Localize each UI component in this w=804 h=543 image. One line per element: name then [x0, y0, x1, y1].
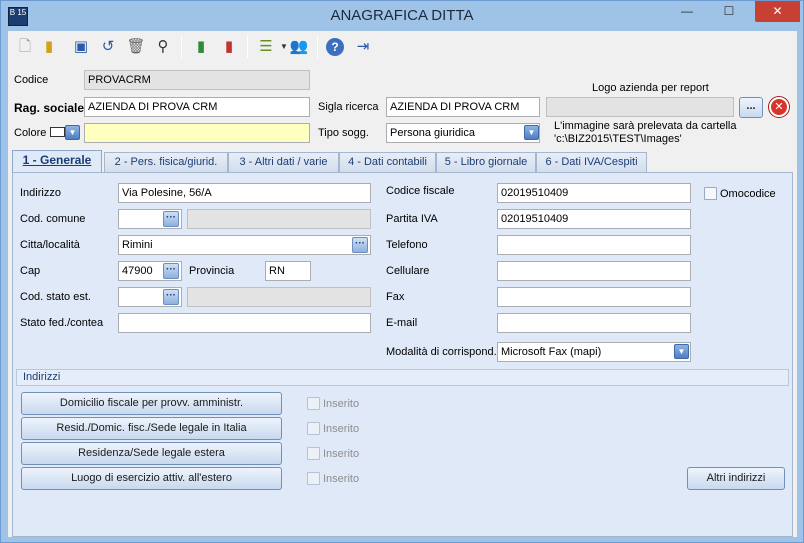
- residenza-italia-button[interactable]: Resid./Domic. fisc./Sede legale in Itali…: [21, 417, 282, 440]
- chevron-down-icon[interactable]: ▼: [65, 125, 80, 140]
- domicilio-inserito-checkbox: [307, 397, 320, 410]
- residenza-italia-inserito-checkbox: [307, 422, 320, 435]
- indirizzo-field[interactable]: Via Polesine, 56/A: [118, 183, 371, 203]
- cod-stato-desc-field: [187, 287, 371, 307]
- luogo-esercizio-button[interactable]: Luogo di esercizio attiv. all'estero: [21, 467, 282, 490]
- delete-trash-icon[interactable]: 🗑: [126, 37, 146, 57]
- tab-dati-iva[interactable]: 6 - Dati IVA/Cespiti: [536, 152, 647, 172]
- binoculars-search-icon[interactable]: ⚲: [153, 37, 173, 57]
- codice-field[interactable]: PROVACRM: [84, 70, 310, 90]
- stato-fed-label: Stato fed./contea: [20, 317, 104, 329]
- copy-green-book-icon[interactable]: ▮: [191, 37, 211, 57]
- omocodice-checkbox[interactable]: [704, 187, 717, 200]
- cellulare-field[interactable]: [497, 261, 691, 281]
- codice-fiscale-label: Codice fiscale: [386, 185, 455, 197]
- tab-pers-fisica[interactable]: 2 - Pers. fisica/giurid.: [104, 152, 228, 172]
- save-icon[interactable]: ▣: [71, 37, 91, 57]
- colore-field[interactable]: [84, 123, 310, 143]
- codice-label: Codice: [14, 74, 49, 86]
- provincia-field[interactable]: RN: [265, 261, 311, 281]
- toolbar: 🗋 ▮ ▣ ↺ 🗑 ⚲ ▮ ▮ ☰ ▼ 👥 ? ⇥: [8, 31, 797, 64]
- new-document-icon[interactable]: 🗋: [15, 37, 35, 57]
- minimize-button[interactable]: —: [667, 1, 707, 22]
- cap-label: Cap: [20, 265, 41, 277]
- residenza-estera-button[interactable]: Residenza/Sede legale estera: [21, 442, 282, 465]
- color-swatch[interactable]: [50, 127, 65, 137]
- telefono-label: Telefono: [386, 239, 428, 251]
- colore-label: Colore: [14, 127, 47, 139]
- application-window: B 15 ANAGRAFICA DITTA — ☐ ✕ 🗋 ▮ ▣ ↺ 🗑 ⚲ …: [0, 0, 804, 543]
- window-body: 🗋 ▮ ▣ ↺ 🗑 ⚲ ▮ ▮ ☰ ▼ 👥 ? ⇥ Codice PROVACR…: [8, 31, 797, 537]
- open-folder-icon[interactable]: ▮: [39, 37, 59, 57]
- logo-note-line2: 'c:\BIZ2015\TEST\Images': [554, 133, 682, 145]
- modalita-label: Modalità di corrispond.: [386, 346, 497, 358]
- indirizzo-label: Indirizzo: [20, 187, 61, 199]
- title-bar[interactable]: B 15 ANAGRAFICA DITTA — ☐ ✕: [1, 1, 803, 31]
- tab-generale[interactable]: 1 - Generale: [12, 150, 102, 173]
- red-book-icon[interactable]: ▮: [219, 37, 239, 57]
- sigla-ricerca-label: Sigla ricerca: [318, 101, 379, 113]
- toolbar-separator: [181, 36, 182, 58]
- chevron-down-icon[interactable]: ▼: [674, 344, 689, 359]
- cod-comune-label: Cod. comune: [20, 213, 86, 225]
- logo-path-field[interactable]: [546, 97, 734, 117]
- sigla-ricerca-field[interactable]: AZIENDA DI PROVA CRM: [386, 97, 540, 117]
- tab-panel-generale: Indirizzo Via Polesine, 56/A Cod. comune…: [12, 172, 793, 537]
- provincia-label: Provincia: [189, 265, 235, 277]
- tipo-sogg-label: Tipo sogg.: [318, 127, 369, 139]
- stato-fed-field[interactable]: [118, 313, 371, 333]
- luogo-esercizio-inserito-checkbox: [307, 472, 320, 485]
- cod-comune-lookup-button[interactable]: ···: [163, 211, 179, 227]
- modalita-select[interactable]: Microsoft Fax (mapi): [497, 342, 691, 362]
- tab-libro-giornale[interactable]: 5 - Libro giornale: [436, 152, 536, 172]
- rag-sociale-label: Rag. sociale: [14, 101, 85, 115]
- cod-stato-label: Cod. stato est.: [20, 291, 91, 303]
- residenza-estera-inserito-label: Inserito: [323, 448, 360, 460]
- logo-note-line1: L'immagine sarà prelevata da cartella: [554, 120, 737, 132]
- tab-dati-contabili[interactable]: 4 - Dati contabili: [339, 152, 436, 172]
- help-icon[interactable]: ?: [326, 38, 344, 56]
- toolbar-separator: [247, 36, 248, 58]
- email-field[interactable]: [497, 313, 691, 333]
- partita-iva-field[interactable]: 02019510409: [497, 209, 691, 229]
- fax-label: Fax: [386, 291, 405, 303]
- residenza-estera-inserito-checkbox: [307, 447, 320, 460]
- citta-field[interactable]: Rimini: [118, 235, 371, 255]
- indirizzi-group-header: Indirizzi: [16, 369, 789, 386]
- omocodice-label: Omocodice: [720, 188, 776, 200]
- citta-label: Citta/località: [20, 239, 80, 251]
- toolbar-separator: [317, 36, 318, 58]
- cod-stato-lookup-button[interactable]: ···: [163, 289, 179, 305]
- logo-clear-icon[interactable]: ✕: [769, 97, 789, 117]
- codice-fiscale-field[interactable]: 02019510409: [497, 183, 691, 203]
- undo-icon[interactable]: ↺: [98, 37, 118, 57]
- cap-lookup-button[interactable]: ···: [163, 263, 179, 279]
- logo-label: Logo azienda per report: [592, 82, 709, 94]
- cod-comune-desc-field: [187, 209, 371, 229]
- chevron-down-icon[interactable]: ▼: [524, 125, 539, 140]
- tipo-sogg-select[interactable]: Persona giuridica: [386, 123, 540, 143]
- luogo-esercizio-inserito-label: Inserito: [323, 473, 360, 485]
- telefono-field[interactable]: [497, 235, 691, 255]
- domicilio-fiscale-button[interactable]: Domicilio fiscale per provv. amministr.: [21, 392, 282, 415]
- logo-browse-button[interactable]: ...: [739, 97, 763, 118]
- rag-sociale-field[interactable]: AZIENDA DI PROVA CRM: [84, 97, 310, 117]
- tab-altri-dati[interactable]: 3 - Altri dati / varie: [228, 152, 339, 172]
- maximize-button[interactable]: ☐: [709, 1, 749, 22]
- exit-door-icon[interactable]: ⇥: [353, 37, 373, 57]
- residenza-italia-inserito-label: Inserito: [323, 423, 360, 435]
- users-icon[interactable]: 👥: [289, 37, 309, 57]
- list-options-icon[interactable]: ☰: [256, 37, 276, 57]
- cellulare-label: Cellulare: [386, 265, 430, 277]
- partita-iva-label: Partita IVA: [386, 213, 438, 225]
- altri-indirizzi-button[interactable]: Altri indirizzi: [687, 467, 785, 490]
- email-label: E-mail: [386, 317, 418, 329]
- citta-lookup-button[interactable]: ···: [352, 237, 368, 253]
- close-window-button[interactable]: ✕: [755, 1, 800, 22]
- fax-field[interactable]: [497, 287, 691, 307]
- domicilio-inserito-label: Inserito: [323, 398, 360, 410]
